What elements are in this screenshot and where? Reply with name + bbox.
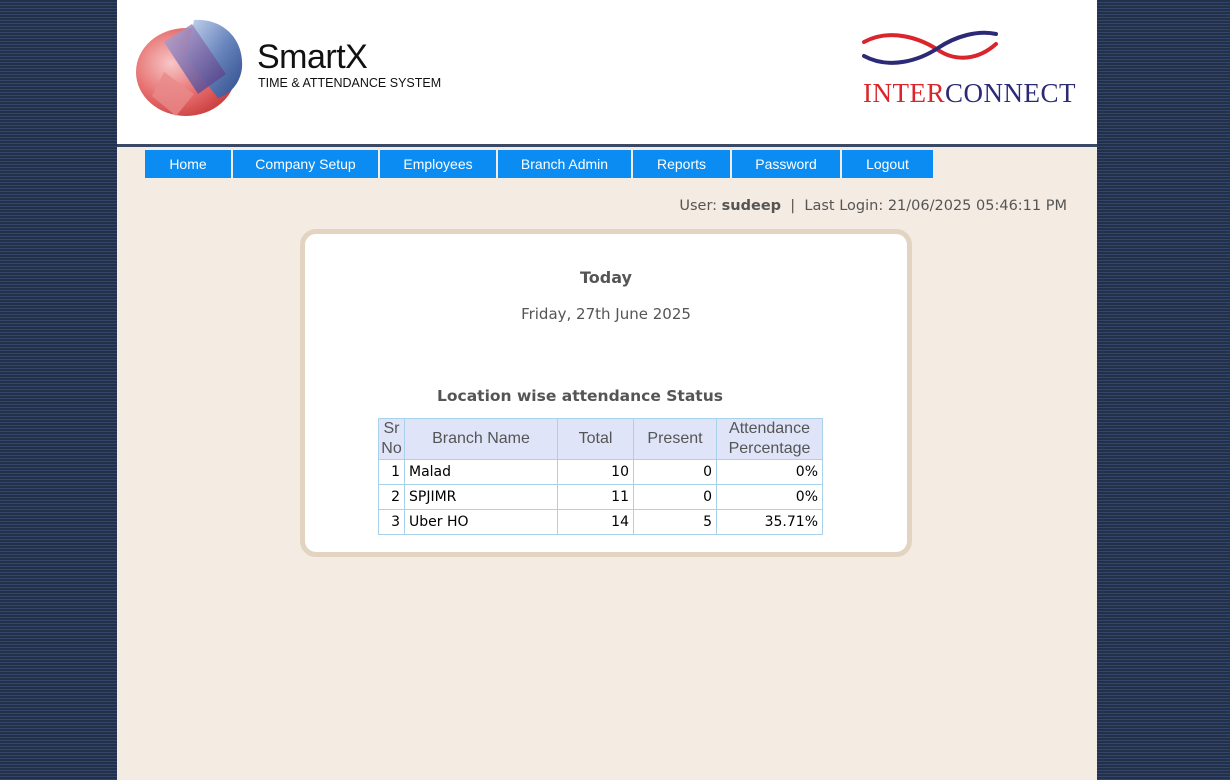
nav-logout[interactable]: Logout: [842, 150, 933, 178]
today-heading: Today: [580, 268, 632, 287]
column-header-present: Present: [633, 418, 717, 460]
header: SmartX TIME & ATTENDANCE SYSTEM INTERCON…: [117, 0, 1097, 147]
cell-total: 10: [557, 459, 634, 485]
user-info: User: sudeep | Last Login: 21/06/2025 05…: [679, 198, 1067, 214]
smartx-logo-icon: [136, 19, 243, 116]
column-header-branch-name: Branch Name: [404, 418, 558, 460]
brand-subtitle: TIME & ATTENDANCE SYSTEM: [258, 76, 442, 90]
user-label: User:: [679, 198, 718, 214]
attendance-section-title: Location wise attendance Status: [437, 387, 723, 405]
nav-reports[interactable]: Reports: [633, 150, 730, 178]
last-login-label: Last Login:: [804, 198, 884, 214]
cell-total: 11: [557, 484, 634, 510]
partner-logo-part1: INTER: [863, 78, 945, 108]
user-info-separator: |: [790, 198, 796, 214]
nav-password[interactable]: Password: [732, 150, 840, 178]
cell-branch-name: Uber HO: [404, 509, 558, 535]
username: sudeep: [721, 198, 782, 214]
cell-percentage: 35.71%: [716, 509, 823, 535]
nav-company-setup[interactable]: Company Setup: [233, 150, 378, 178]
cell-branch-name: SPJIMR: [404, 484, 558, 510]
table-row: 2 SPJIMR 11 0 0%: [378, 484, 823, 510]
cell-present: 0: [633, 484, 717, 510]
partner-logo-text: INTERCONNECT: [863, 78, 1076, 109]
cell-sr-no: 1: [378, 459, 405, 485]
today-date: Friday, 27th June 2025: [521, 305, 691, 323]
cell-present: 5: [633, 509, 717, 535]
last-login-value: 21/06/2025 05:46:11 PM: [887, 198, 1067, 214]
cell-percentage: 0%: [716, 459, 823, 485]
partner-logo-part2: CONNECT: [944, 78, 1076, 108]
column-header-total: Total: [557, 418, 634, 460]
attendance-table: Sr No Branch Name Total Present Attendanc…: [378, 418, 823, 535]
interconnect-swoosh-icon: [862, 30, 998, 65]
page: SmartX TIME & ATTENDANCE SYSTEM INTERCON…: [117, 0, 1097, 780]
table-row: 3 Uber HO 14 5 35.71%: [378, 509, 823, 535]
nav-home[interactable]: Home: [145, 150, 231, 178]
table-header-row: Sr No Branch Name Total Present Attendanc…: [378, 418, 823, 460]
cell-branch-name: Malad: [404, 459, 558, 485]
cell-present: 0: [633, 459, 717, 485]
column-header-attendance-percentage: Attendance Percentage: [716, 418, 823, 460]
main-nav: Home Company Setup Employees Branch Admi…: [145, 150, 935, 178]
nav-branch-admin[interactable]: Branch Admin: [498, 150, 631, 178]
cell-sr-no: 2: [378, 484, 405, 510]
table-row: 1 Malad 10 0 0%: [378, 459, 823, 485]
brand-name: SmartX: [257, 38, 368, 76]
nav-employees[interactable]: Employees: [380, 150, 496, 178]
column-header-sr-no: Sr No: [378, 418, 405, 460]
cell-percentage: 0%: [716, 484, 823, 510]
cell-sr-no: 3: [378, 509, 405, 535]
dashboard-panel: Today Friday, 27th June 2025 Location wi…: [300, 229, 912, 557]
cell-total: 14: [557, 509, 634, 535]
